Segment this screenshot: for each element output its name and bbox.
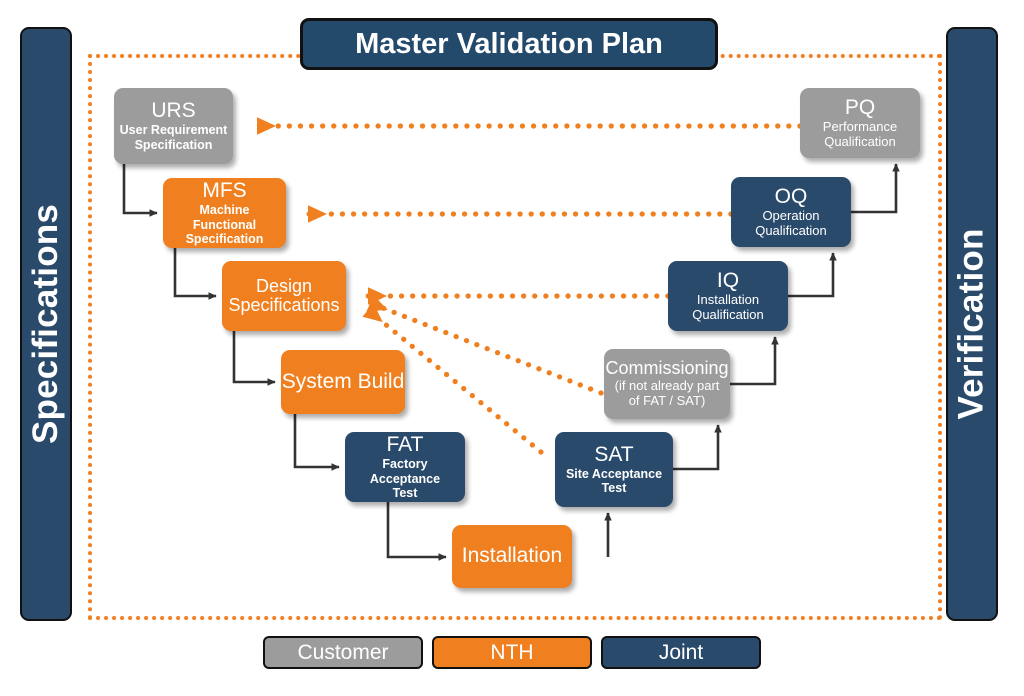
pillar-verification: Verification <box>946 27 998 621</box>
legend-item-nth: NTH <box>432 636 592 669</box>
pillar-specifications-label: Specifications <box>26 203 65 445</box>
node-design-specs-title: Design Specifications <box>228 275 340 315</box>
legend-item-joint: Joint <box>601 636 761 669</box>
node-fat-subtitle: Factory Acceptance Test <box>369 457 441 500</box>
legend-item-customer: Customer <box>263 636 423 669</box>
pillar-specifications: Specifications <box>20 27 72 621</box>
node-commissioning-subtitle: (if not already part of FAT / SAT) <box>614 378 720 409</box>
node-urs: URS User Requirement Specification <box>114 88 233 164</box>
legend: Customer NTH Joint <box>263 636 761 669</box>
node-sat-subtitle: Site Acceptance Test <box>565 466 663 496</box>
node-design-specs: Design Specifications <box>222 261 346 331</box>
node-iq-title: IQ <box>716 268 740 292</box>
node-oq-subtitle: Operation Qualification <box>755 207 827 238</box>
node-pq-title: PQ <box>844 95 876 119</box>
node-urs-subtitle: User Requirement Specification <box>119 123 228 152</box>
node-iq-subtitle: Installation Qualification <box>692 291 764 322</box>
node-oq-title: OQ <box>774 184 808 208</box>
master-validation-plan-banner: Master Validation Plan <box>300 18 718 70</box>
node-sat: SAT Site Acceptance Test <box>555 432 673 507</box>
legend-label-joint: Joint <box>658 640 704 664</box>
node-sat-title: SAT <box>594 442 634 466</box>
node-pq-subtitle: Performance Qualification <box>822 118 898 149</box>
node-commissioning-title: Commissioning <box>605 358 729 379</box>
node-mfs: MFS Machine Functional Specification <box>163 178 286 248</box>
node-system-build-title: System Build <box>281 369 405 393</box>
node-system-build: System Build <box>281 350 405 414</box>
validation-diagram-canvas: Specifications Verification Master Valid… <box>0 0 1024 696</box>
legend-label-nth: NTH <box>490 640 534 664</box>
legend-label-customer: Customer <box>297 640 389 664</box>
node-fat: FAT Factory Acceptance Test <box>345 432 465 502</box>
node-mfs-title: MFS <box>202 179 247 202</box>
node-commissioning: Commissioning (if not already part of FAT … <box>604 349 730 419</box>
master-validation-plan-title: Master Validation Plan <box>355 27 663 60</box>
node-iq: IQ Installation Qualification <box>668 261 788 331</box>
node-urs-title: URS <box>151 99 196 123</box>
node-installation-title: Installation <box>461 544 563 568</box>
node-mfs-subtitle: Machine Functional Specification <box>185 203 264 246</box>
node-fat-title: FAT <box>386 433 424 456</box>
pillar-verification-label: Verification <box>952 228 992 420</box>
node-installation: Installation <box>452 525 572 588</box>
node-oq: OQ Operation Qualification <box>731 177 851 247</box>
node-pq: PQ Performance Qualification <box>800 88 920 158</box>
